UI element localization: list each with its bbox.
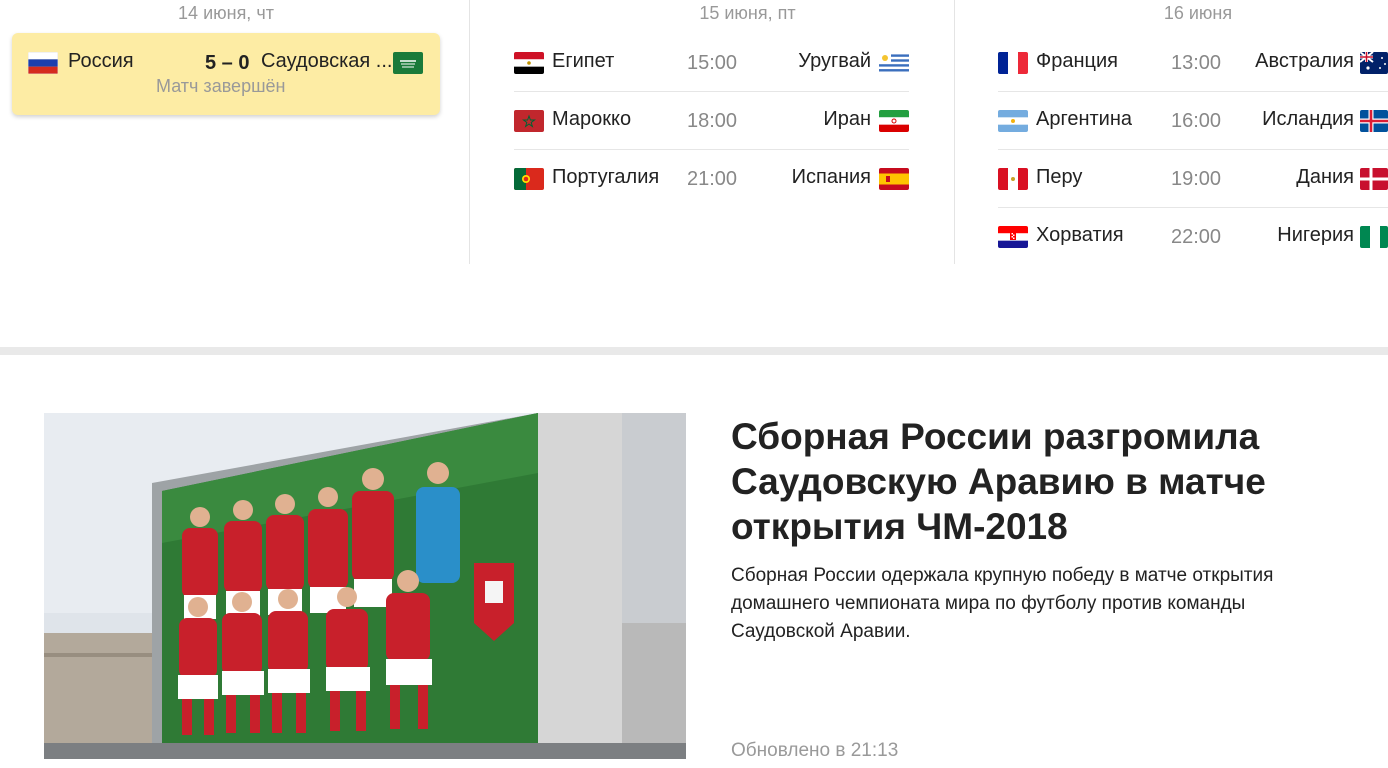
match-time: 22:00 (1171, 226, 1222, 248)
away-team-name: Дания (1296, 166, 1354, 188)
away-team-name: Исландия (1262, 108, 1354, 130)
match-row-croatia-nigeria[interactable]: Хорватия 22:00 Нигерия (998, 208, 1388, 266)
match-row-egypt-uruguay[interactable]: Египет 15:00 Уругвай (514, 34, 909, 92)
match-time: 15:00 (687, 52, 738, 74)
match-row-morocco-iran[interactable]: Марокко 18:00 Иран (514, 92, 909, 150)
match-row-peru-denmark[interactable]: Перу 19:00 Дания (998, 150, 1388, 208)
home-team-name: Египет (552, 50, 615, 72)
home-team-name: Франция (1036, 50, 1118, 72)
day-column-june-15: 15 июня, пт Египет 15:00 Уругвай Марокко… (514, 0, 909, 265)
match-time: 21:00 (687, 168, 738, 190)
match-time: 13:00 (1171, 52, 1222, 74)
match-row-france-australia[interactable]: Франция 13:00 Австралия (998, 34, 1388, 92)
match-time: 19:00 (1171, 168, 1222, 190)
news-headline[interactable]: Сборная России разгромила Саудовскую Ара… (731, 414, 1351, 549)
match-row-argentina-iceland[interactable]: Аргентина 16:00 Исландия (998, 92, 1388, 150)
match-time: 16:00 (1171, 110, 1222, 132)
portugal-flag-icon (514, 168, 544, 190)
argentina-flag-icon (998, 110, 1028, 132)
russia-flag-icon (28, 52, 58, 74)
away-team-name: Уругвай (798, 50, 871, 72)
home-team-name: Аргентина (1036, 108, 1132, 130)
news-story[interactable]: Сборная России разгромила Саудовскую Ара… (44, 413, 1388, 768)
uruguay-flag-icon (879, 52, 909, 74)
iran-flag-icon (879, 110, 909, 132)
away-team-name: Нигерия (1277, 224, 1354, 246)
match-score: 5 – 0 (205, 52, 250, 74)
section-separator (0, 347, 1388, 355)
home-team-name: Португалия (552, 166, 660, 188)
day-column-june-16: 16 июня Франция 13:00 Австралия Аргентин… (998, 0, 1388, 265)
match-status: Матч завершён (156, 76, 286, 96)
egypt-flag-icon (514, 52, 544, 74)
match-row-portugal-spain[interactable]: Португалия 21:00 Испания (514, 150, 909, 208)
nigeria-flag-icon (1360, 226, 1388, 248)
day-title: 14 июня, чт (178, 3, 274, 23)
croatia-flag-icon (998, 226, 1028, 248)
saudi-arabia-flag-icon (393, 52, 423, 74)
news-summary: Сборная России одержала крупную победу в… (731, 565, 1274, 642)
morocco-flag-icon (514, 110, 544, 132)
denmark-flag-icon (1360, 168, 1388, 190)
match-time: 18:00 (687, 110, 738, 132)
day-column-june-14: 14 июня, чт Россия 5 – 0 Саудовская ... … (12, 0, 440, 265)
away-team-name: Иран (823, 108, 871, 130)
away-team-name: Саудовская ... (261, 50, 393, 72)
day-title: 16 июня (1163, 3, 1233, 23)
match-schedule: 14 июня, чт Россия 5 – 0 Саудовская ... … (0, 0, 1388, 265)
peru-flag-icon (998, 168, 1028, 190)
home-team-name: Хорватия (1036, 224, 1124, 246)
home-team-name: Перу (1036, 166, 1083, 188)
team-photo-image[interactable] (44, 413, 686, 759)
australia-flag-icon (1360, 52, 1388, 74)
home-team-name: Марокко (552, 108, 632, 130)
column-divider (469, 0, 470, 264)
home-team-name: Россия (68, 50, 134, 72)
column-divider (954, 0, 955, 264)
france-flag-icon (998, 52, 1028, 74)
iceland-flag-icon (1360, 110, 1388, 132)
away-team-name: Австралия (1255, 50, 1354, 72)
match-card-russia-saudi[interactable]: Россия 5 – 0 Саудовская ... Матч завершё… (12, 33, 440, 115)
news-updated-time: Обновлено в 21:13 (731, 740, 899, 761)
spain-flag-icon (879, 168, 909, 190)
away-team-name: Испания (791, 166, 871, 188)
